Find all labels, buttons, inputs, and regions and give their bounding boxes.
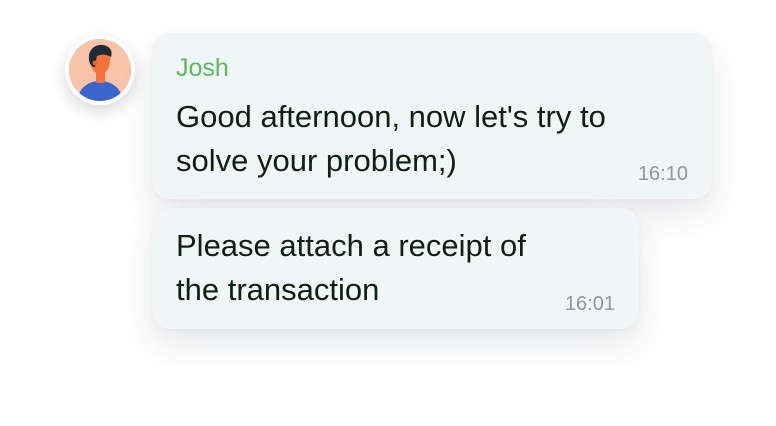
- message-bubble[interactable]: Josh Good afternoon, now let's try to so…: [152, 33, 712, 199]
- sender-name: Josh: [176, 54, 229, 82]
- message-timestamp: 16:01: [564, 293, 615, 315]
- avatar[interactable]: [65, 35, 135, 105]
- message-line: Please attach a receipt of: [176, 228, 526, 263]
- message-line: the transaction: [176, 272, 380, 307]
- message-text: Good afternoon, now let's try to solve y…: [176, 95, 606, 183]
- message-bubble[interactable]: Please attach a receipt of the transacti…: [152, 208, 639, 329]
- person-avatar-icon: [69, 39, 131, 101]
- message-line: Good afternoon, now let's try to: [176, 99, 606, 134]
- message-timestamp: 16:10: [637, 163, 688, 185]
- message-line: solve your problem;): [176, 143, 457, 178]
- message-text: Please attach a receipt of the transacti…: [176, 224, 526, 312]
